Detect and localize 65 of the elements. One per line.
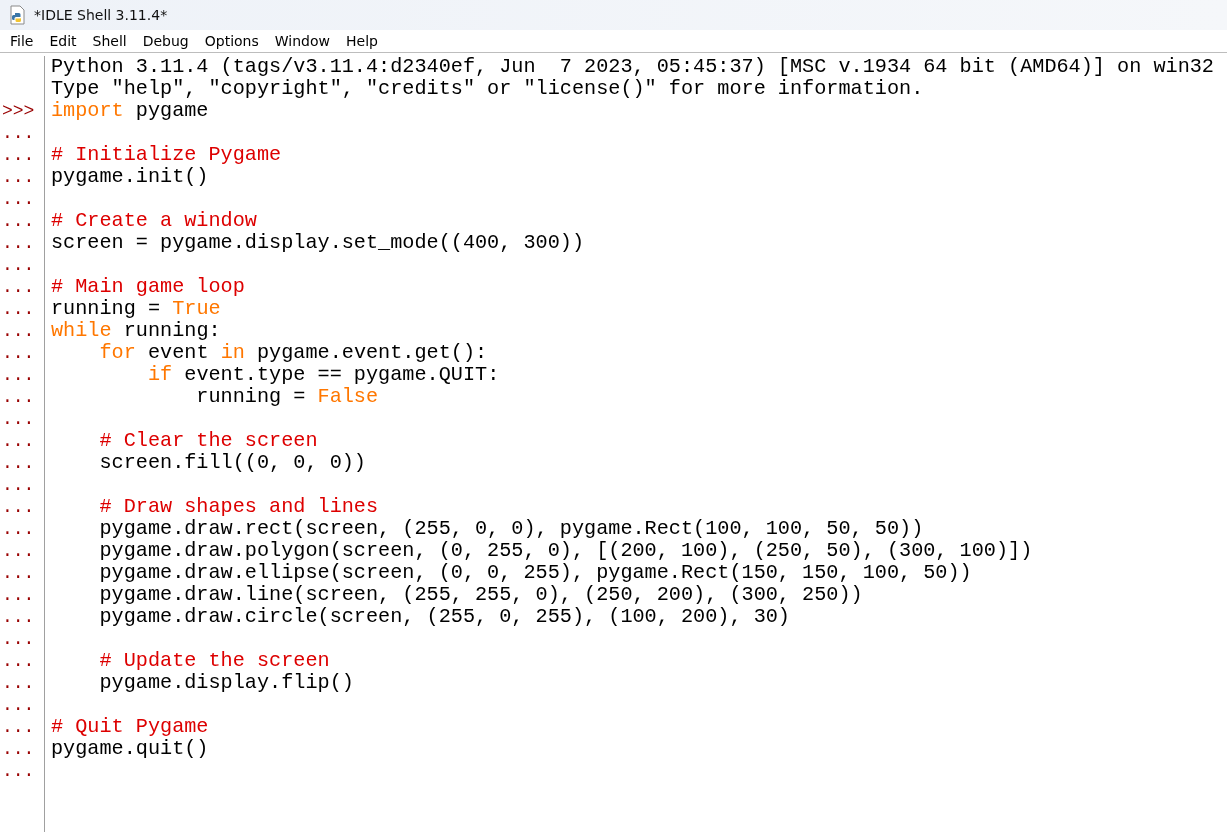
menu-item[interactable]: Help <box>338 33 386 49</box>
prompt-marker: ... <box>2 409 35 429</box>
code-line: # Create a window <box>51 209 257 232</box>
window-title: *IDLE Shell 3.11.4* <box>34 7 168 23</box>
code-line: pygame.draw.line(screen, (255, 255, 0), (250, 200), (300, 250)) <box>98 583 863 606</box>
prompt-marker: ... <box>2 145 35 165</box>
prompt-marker: ... <box>2 585 35 605</box>
code-line: pygame.init() <box>51 165 209 188</box>
code-line: # Draw shapes and lines <box>98 495 379 518</box>
prompt-marker: ... <box>2 189 35 209</box>
code-line: # Update the screen <box>98 649 330 672</box>
code-line: # Initialize Pygame <box>51 143 282 166</box>
code-line: pygame.display.flip() <box>98 671 354 694</box>
prompt-marker: ... <box>2 673 35 693</box>
code-line: screen = pygame.display.set_mode((400, 300)) <box>51 231 585 254</box>
code-line: for event in pygame.event.get(): <box>98 341 488 364</box>
prompt-marker: ... <box>2 607 35 627</box>
prompt-marker: ... <box>2 387 35 407</box>
prompt-marker: ... <box>2 255 35 275</box>
code-line: pygame.draw.polygon(screen, (0, 255, 0), [(200, 100), (250, 50), (300, 100)]) <box>98 539 1033 562</box>
prompt-marker: ... <box>2 233 35 253</box>
menu-item[interactable]: Options <box>196 33 267 49</box>
prompt-marker: ... <box>2 497 35 517</box>
prompt-marker: ... <box>2 739 35 759</box>
prompt-marker: ... <box>2 167 35 187</box>
menu-item[interactable]: Edit <box>41 33 85 49</box>
code-line: if event.type == pygame.QUIT: <box>146 363 500 386</box>
code-line: # Main game loop <box>51 275 245 298</box>
menu-item[interactable]: Window <box>266 33 338 49</box>
prompt-marker: ... <box>2 563 35 583</box>
prompt-marker: ... <box>2 453 35 473</box>
prompt-marker: ... <box>2 211 35 231</box>
code-line: running = False <box>195 385 379 408</box>
prompt-marker: ... <box>2 651 35 671</box>
code-line: pygame.quit() <box>51 737 209 760</box>
prompt-marker: ... <box>2 321 35 341</box>
code-line: # Quit Pygame <box>51 715 209 738</box>
prompt-marker: ... <box>2 343 35 363</box>
code-line: running = True <box>51 297 221 320</box>
code-line: while running: <box>51 319 221 342</box>
prompt-marker: ... <box>2 365 35 385</box>
prompt-marker: >>> <box>2 101 35 121</box>
menu-item[interactable]: File <box>2 33 42 49</box>
code-line: # Clear the screen <box>98 429 318 452</box>
prompt-marker: ... <box>2 123 35 143</box>
prompt-marker: ... <box>2 431 35 451</box>
code-line: Python 3.11.4 (tags/v3.11.4:d2340ef, Jun 7 2023, 05:45:37) [MSC v.1934 64 bit (AMD64)] on win32 <box>51 55 1214 78</box>
prompt-marker: ... <box>2 519 35 539</box>
prompt-marker: ... <box>2 717 35 737</box>
prompt-marker: ... <box>2 629 35 649</box>
prompt-marker: ... <box>2 299 35 319</box>
code-line: pygame.draw.ellipse(screen, (0, 0, 255), pygame.Rect(150, 150, 100, 50)) <box>98 561 972 584</box>
menu-item[interactable]: Shell <box>84 33 135 49</box>
python-file-icon <box>8 5 28 25</box>
code-line: pygame.draw.circle(screen, (255, 0, 255), (100, 200), 30) <box>98 605 790 628</box>
code-line: import pygame <box>51 99 209 122</box>
prompt-marker: ... <box>2 277 35 297</box>
code-line: screen.fill((0, 0, 0)) <box>98 451 366 474</box>
prompt-marker: ... <box>2 761 35 781</box>
prompt-marker: ... <box>2 541 35 561</box>
code-line: Type "help", "copyright", "credits" or "license()" for more information. <box>51 77 924 100</box>
menu-item[interactable]: Debug <box>134 33 197 49</box>
prompt-marker: ... <box>2 695 35 715</box>
prompt-marker: ... <box>2 475 35 495</box>
code-line: pygame.draw.rect(screen, (255, 0, 0), pygame.Rect(100, 100, 50, 50)) <box>98 517 924 540</box>
